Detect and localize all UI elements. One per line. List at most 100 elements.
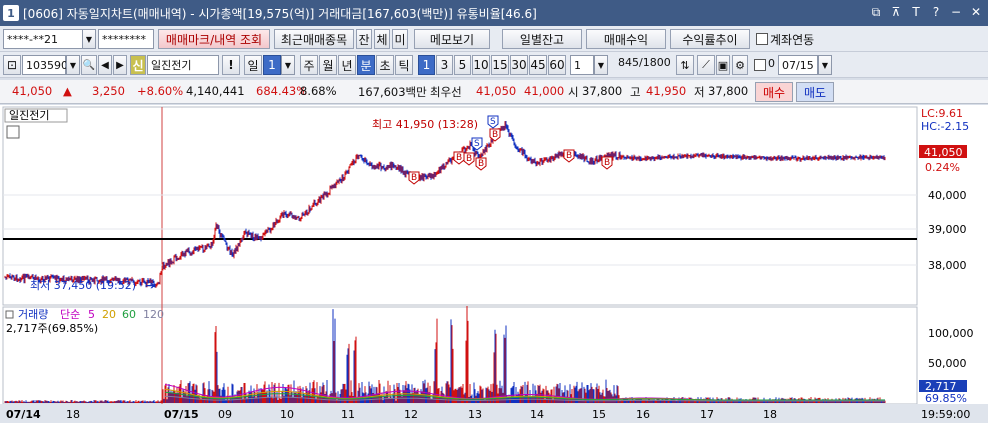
chart-type-icon[interactable]: ⇅ (676, 55, 694, 75)
low-price: 37,800 (708, 84, 749, 98)
volume-value: 2,717주(69.85%) (6, 322, 98, 335)
time-label: 19:59:00 (921, 408, 970, 421)
interval-15-button[interactable]: 15 (491, 55, 509, 75)
period-num-field[interactable]: 1 (263, 55, 281, 75)
prev-stock-icon[interactable]: ◀ (98, 55, 112, 75)
stock-code-input[interactable]: 103590 (22, 55, 68, 75)
period-second-button[interactable]: 초 (376, 55, 394, 75)
balance-button[interactable]: 잔 (356, 29, 372, 49)
pin-icon[interactable]: ⊼ (888, 4, 904, 20)
buy-marker-label: B (411, 173, 417, 183)
period-month-button[interactable]: 월 (319, 55, 337, 75)
period-year-button[interactable]: 년 (338, 55, 356, 75)
low-annotation: 최저 37,450 (19:52) (30, 279, 136, 292)
high-annotation: 최고 41,950 (13:28) (372, 118, 478, 131)
minimize-icon[interactable]: − (948, 4, 964, 20)
credit-badge: 신 (130, 55, 146, 75)
interval-10-button[interactable]: 10 (472, 55, 490, 75)
data-count[interactable]: 845 (618, 56, 639, 69)
high-label: 고 (630, 85, 641, 99)
x-label-0715: 07/15 (164, 408, 199, 421)
x-label-11: 11 (341, 408, 355, 421)
volume-tick-50000: 50,000 (928, 357, 967, 370)
open-price: 37,800 (582, 84, 623, 98)
price-tick-38000: 38,000 (928, 259, 967, 272)
restore-icon[interactable]: ⧉ (868, 4, 884, 20)
next-stock-icon[interactable]: ▶ (113, 55, 127, 75)
yield-trend-button[interactable]: 수익률추이 (670, 29, 750, 49)
interval-1-button[interactable]: 1 (418, 55, 435, 75)
custom-interval-input[interactable]: 1 (570, 55, 594, 75)
unfilled-button[interactable]: 미 (392, 29, 408, 49)
account-link-checkbox[interactable] (756, 33, 768, 45)
interval-60-button[interactable]: 60 (548, 55, 566, 75)
date-checkbox[interactable] (754, 59, 766, 71)
chart-toolbar: ⊡ 103590 ▼ 🔍 ◀ ▶ 신 일진전기 ! 일 1 ▼ 주 월 년 분 … (0, 52, 988, 78)
volume-ma5: 5 (88, 308, 95, 321)
x-label-0714: 07/14 (6, 408, 41, 421)
interval-45-button[interactable]: 45 (529, 55, 547, 75)
volume-ma60: 60 (122, 308, 136, 321)
custom-interval-dropdown-icon[interactable]: ▼ (594, 55, 608, 75)
stock-name-field[interactable]: 일진전기 (147, 55, 219, 75)
calendar-dropdown-icon[interactable]: ▼ (818, 55, 832, 75)
recent-trades-button[interactable]: 최근매매종목 (274, 29, 354, 49)
daily-balance-button[interactable]: 일별잔고 (502, 29, 582, 49)
sell-button[interactable]: 매도 (796, 82, 834, 102)
buy-button[interactable]: 매수 (755, 82, 793, 102)
stock-info-button[interactable]: ! (222, 55, 240, 75)
font-size-icon[interactable]: T (908, 4, 924, 20)
data-count-total: /1800 (639, 56, 671, 69)
bid-price: 41,000 (524, 84, 565, 98)
window-number-badge: 1 (3, 5, 19, 21)
account-link-label: 계좌연동 (770, 33, 815, 47)
draw-line-icon[interactable]: ⟋ (697, 55, 715, 75)
last-volume-pct: 69.85% (925, 392, 967, 405)
close-icon[interactable]: ✕ (968, 4, 984, 20)
x-label-13: 13 (468, 408, 482, 421)
period-minute-button[interactable]: 분 (357, 55, 375, 75)
trade-profit-button[interactable]: 매매수익 (586, 29, 666, 49)
settings-gear-icon[interactable]: ⚙ (732, 55, 748, 75)
buy-marker-label: B (466, 154, 472, 164)
search-icon[interactable]: 🔍 (81, 55, 97, 75)
x-label-18b: 18 (763, 408, 777, 421)
buy-marker-label: B (492, 130, 498, 140)
date-checkbox-value: 0 (768, 57, 775, 70)
date-input[interactable]: 07/15 (778, 55, 818, 75)
period-week-button[interactable]: 주 (300, 55, 318, 75)
buy-marker-label: B (478, 159, 484, 169)
account-toolbar: ****-**21 ▼ ******** 매매마크/내역 조회 최근매매종목 잔… (0, 26, 988, 52)
chart-area[interactable]: BBBBSBSBB 일진전기 최고 41,950 (13:28) 최저 37,4… (0, 105, 988, 423)
executed-button[interactable]: 체 (374, 29, 390, 49)
last-price-tag: 41,050 (924, 146, 963, 159)
interval-3-button[interactable]: 3 (436, 55, 453, 75)
current-price: 41,050 (12, 84, 53, 98)
account-dropdown-icon[interactable]: ▼ (82, 29, 96, 49)
interval-30-button[interactable]: 30 (510, 55, 528, 75)
trade-mark-button[interactable]: 매매마크/내역 조회 (158, 29, 270, 49)
period-tick-button[interactable]: 틱 (395, 55, 413, 75)
volume-tick-100000: 100,000 (928, 327, 974, 340)
code-dropdown-icon[interactable]: ▼ (66, 55, 80, 75)
period-day-button[interactable]: 일 (244, 55, 262, 75)
ask-price: 41,050 (476, 84, 517, 98)
buy-marker-label: B (456, 153, 462, 163)
low-label: 저 (694, 85, 705, 99)
x-label-10: 10 (280, 408, 294, 421)
change-arrow-icon: ▲ (63, 84, 72, 98)
period-dropdown-icon[interactable]: ▼ (281, 55, 295, 75)
save-icon[interactable]: ▣ (716, 55, 730, 75)
best-quote-label: 최우선 (430, 85, 462, 99)
password-field[interactable]: ******** (98, 29, 154, 49)
code-search-icon[interactable]: ⊡ (3, 55, 21, 75)
last-pct-tag: 0.24% (925, 161, 960, 174)
help-icon[interactable]: ? (928, 4, 944, 20)
sell-marker-label: S (490, 117, 496, 127)
account-field[interactable]: ****-**21 (3, 29, 83, 49)
buy-marker-label: B (604, 158, 610, 168)
interval-5-button[interactable]: 5 (454, 55, 471, 75)
volume-legend-name: 거래량 (18, 308, 48, 321)
memo-button[interactable]: 메모보기 (414, 29, 490, 49)
price-volume-chart[interactable]: BB B BSBSBB 일진전기 최고 41,950 (13:28) 최저 37,4… (0, 105, 988, 423)
